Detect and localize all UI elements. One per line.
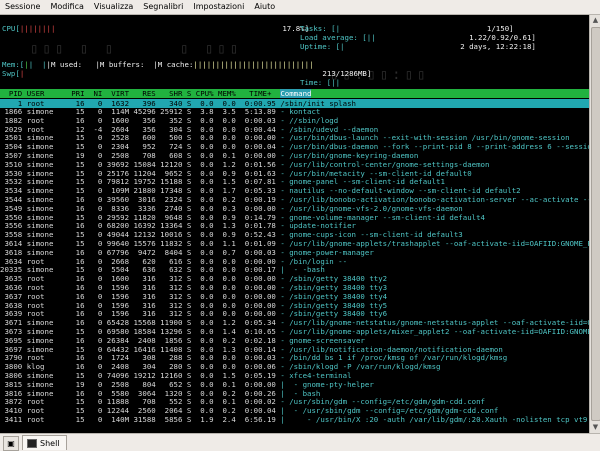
process-command: - gnome-cups-icon --sm-client-id default…: [280, 230, 463, 240]
process-command: - /sbin/udevd --daemon: [280, 124, 379, 134]
process-command: - gnome-screensaver: [280, 335, 365, 345]
tab-shell[interactable]: Shell: [22, 435, 67, 450]
process-fields: 3558 simone 15 0 49044 12132 10016 S 0.0…: [0, 230, 281, 240]
process-fields: 3800 klog 16 0 2408 304 280 S 0.0 0.0 0:…: [0, 362, 281, 372]
process-fields: 3530 simone 15 0 25176 11204 9652 S 0.0 …: [0, 168, 281, 178]
process-fields: 3637 root 16 0 1596 316 312 S 0.0 0.0 0:…: [0, 291, 281, 301]
scroll-up-icon[interactable]: ▲: [591, 16, 600, 25]
process-fields: 3618 simone 16 0 67796 9472 8404 S 0.0 0…: [0, 247, 281, 257]
process-fields: 3816 simone 16 0 5580 3064 1320 S 0.0 0.…: [0, 388, 281, 398]
process-command: - /usr/lib/gnome-applets/trashapplet --o…: [280, 238, 589, 248]
process-command: - /bin/login --: [280, 256, 348, 266]
menu-segnalibri[interactable]: Segnalibri: [138, 0, 188, 14]
tab-bar: ▣ Shell: [0, 433, 600, 451]
process-command: - gnome-volume-manager --sm-client-id de…: [280, 212, 486, 222]
process-fields: 3673 simone 15 0 69580 18584 13296 S 0.0…: [0, 326, 281, 336]
process-command: - /sbin/getty 38400 tty4: [280, 291, 388, 301]
process-fields: 3614 simone 15 0 99640 15576 11832 S 0.0…: [0, 238, 281, 248]
process-fields: 3534 simone 15 0 109M 21880 17348 S 0.0 …: [0, 186, 281, 196]
process-command: - /usr/sbin/gdm --config=/etc/gdm/gdm-cd…: [280, 397, 486, 407]
process-fields: 1882 root 16 0 1600 356 352 S 0.0 0.0 0:…: [0, 115, 281, 125]
process-fields: 3634 root 16 0 2668 620 616 S 0.0 0.0 0:…: [0, 256, 281, 266]
process-command: | - -bash: [280, 265, 325, 275]
process-fields: 3639 root 16 0 1596 316 312 S 0.0 0.0 0:…: [0, 309, 281, 319]
process-fields: 3806 simone 15 0 74096 19212 12160 S 0.0…: [0, 370, 281, 380]
menu-bar: Sessione Modifica Visualizza Segnalibri …: [0, 0, 600, 15]
process-command: | - gnome-pty-helper: [280, 379, 374, 389]
scroll-down-icon[interactable]: ▼: [591, 423, 600, 432]
process-fields: 1866 simone 15 0 114M 45296 25912 S 3.8 …: [0, 107, 281, 116]
process-fields: 3550 simone 15 0 29592 11820 9648 S 0.0 …: [0, 212, 281, 222]
process-fields: 3504 simone 15 0 2304 952 724 S 0.0 0.0 …: [0, 142, 281, 152]
process-command: - /usr/lib/gnome-applets/mixer_applet2 -…: [280, 326, 589, 336]
process-table-header[interactable]: PID USER PRI NI VIRT RES SHR S CPU% MEM%…: [0, 89, 589, 98]
process-command: - /usr/bin/dbus-launch --exit-with-sessi…: [280, 133, 570, 143]
process-command: - /usr/bin/gnome-keyring-daemon: [280, 150, 419, 160]
process-command: - /sbin/getty 38400 tty2: [280, 274, 388, 284]
menu-modifica[interactable]: Modifica: [45, 0, 88, 14]
process-command: - update-notifier: [280, 221, 356, 231]
process-command: - /usr/lib/gnome-vfs-2.0/gnome-vfs-daemo…: [280, 203, 463, 213]
process-command: - /bin/dd bs 1 if /proc/kmsg of /var/run…: [280, 353, 508, 363]
process-fields: 3872 root 15 0 11888 708 552 S 0.0 0.1 0…: [0, 397, 281, 407]
process-fields: 3501 simone 15 0 2528 600 500 S 0.0 0.0 …: [0, 133, 281, 143]
process-command: - /usr/lib/notification-daemon/notificat…: [280, 344, 503, 354]
process-fields: 3410 root 15 0 12244 2560 2064 S 0.0 0.2…: [0, 406, 281, 416]
process-command: - /sbin/getty 38400 tty5: [280, 300, 388, 310]
process-fields: 3635 root 16 0 1600 316 312 S 0.0 0.0 0:…: [0, 274, 281, 284]
process-command: | - /usr/bin/X :20 -auth /var/lib/gdm/:2…: [280, 414, 588, 424]
table-row[interactable]: 3411 root 15 0 140M 31588 5856 S 1.9 2.4…: [0, 414, 589, 425]
process-fields: 3411 root 15 0 140M 31588 5856 S 1.9 2.4…: [0, 414, 281, 424]
process-fields: 3790 root 16 0 1724 308 288 S 0.0 0.0 0:…: [0, 353, 281, 363]
process-command: - kontact: [280, 107, 321, 116]
menu-visualizza[interactable]: Visualizza: [89, 0, 138, 14]
faded-digits-left: ▯▯▯ ▯ ▯: [30, 41, 118, 57]
process-fields: 3556 simone 16 0 68200 16392 13364 S 0.0…: [0, 221, 281, 231]
scrollbar-thumb[interactable]: [591, 27, 600, 421]
process-command: - /usr/lib/control-center/gnome-settings…: [280, 159, 490, 169]
process-fields: 3544 simone 16 0 39560 3016 2324 S 0.0 0…: [0, 194, 281, 204]
process-command: - /sbin/getty 38400 tty6: [280, 309, 388, 319]
command-column-header[interactable]: Command: [280, 89, 312, 98]
terminal-icon: [27, 438, 37, 448]
process-command: - /usr/lib/gnome-netstatus/gnome-netstat…: [280, 318, 589, 328]
process-command: - nautilus --no-default-window --sm-clie…: [280, 186, 521, 196]
process-command: - /usr/bin/dbus-daemon --fork --print-pi…: [280, 142, 589, 152]
process-command: - xfce4-terminal: [280, 370, 352, 380]
process-command: - /sbin/getty 38400 tty3: [280, 282, 388, 292]
new-tab-icon[interactable]: ▣: [3, 436, 19, 451]
tab-label: Shell: [40, 438, 60, 448]
faded-digits-mid: ▯ ▯▯▯: [180, 41, 243, 57]
terminal-scrollbar[interactable]: ▲ ▼: [589, 15, 600, 433]
process-fields: 3507 simone 19 0 2508 708 608 S 0.0 0.1 …: [0, 150, 281, 160]
process-fields: 3815 simone 19 0 2508 804 652 S 0.0 0.1 …: [0, 379, 281, 389]
process-fields: 3510 simone 15 0 39692 15084 12120 S 0.0…: [0, 159, 281, 169]
menu-impostazioni[interactable]: Impostazioni: [188, 0, 249, 14]
process-fields: 3638 root 16 0 1596 316 312 S 0.0 0.0 0:…: [0, 300, 281, 310]
process-fields: 3695 simone 16 0 26384 2408 1856 S 0.0 0…: [0, 335, 281, 345]
process-command: - /usr/bin/metacity --sm-client-id defau…: [280, 168, 472, 178]
cpu-meter: CPU[|||||||| 17.8%]: [2, 24, 310, 33]
process-fields: 3636 root 16 0 1596 316 312 S 0.0 0.0 0:…: [0, 282, 281, 292]
process-fields: 2029 root 12 -4 2604 356 304 S 0.0 0.0 0…: [0, 124, 281, 134]
terminal-area[interactable]: ▯▯▯ ▯ ▯ ▯ ▯▯▯ ▯▯:▯▯:▯▯ CPU[|||||||| 17.8…: [0, 15, 589, 433]
menu-sessione[interactable]: Sessione: [0, 0, 45, 14]
uptime-meter: Uptime: [| 2 days, 12:22:18]: [300, 42, 536, 51]
process-fields: 3671 simone 16 0 65428 15568 11900 S 0.0…: [0, 318, 281, 328]
process-fields: 20335 simone 15 0 5504 636 632 S 0.0 0.0…: [0, 265, 281, 275]
process-command: | - bash: [280, 388, 321, 398]
process-list: 1866 simone 15 0 114M 45296 25912 S 3.8 …: [0, 107, 589, 425]
process-command: - gnome-panel --sm-client-id default1: [280, 177, 445, 187]
process-fields: 3697 simone 15 0 64432 16416 11408 S 0.0…: [0, 344, 281, 354]
process-fields: 3549 simone 16 0 8336 3336 2740 S 0.0 0.…: [0, 203, 281, 213]
process-command: - //sbin/logd: [280, 115, 339, 125]
process-command: - gnome-power-manager: [280, 247, 374, 257]
process-command: - /usr/lib/bonobo-activation/bonobo-acti…: [280, 194, 589, 204]
process-command: | - /usr/sbin/gdm --config=/etc/gdm/gdm-…: [280, 406, 499, 416]
time-meter: Time: [||: [300, 78, 341, 87]
menu-aiuto[interactable]: Aiuto: [249, 0, 280, 14]
process-fields: 3532 simone 15 0 79812 19752 15188 S 0.0…: [0, 177, 281, 187]
process-command: - /sbin/klogd -P /var/run/klogd/kmsg: [280, 362, 441, 372]
